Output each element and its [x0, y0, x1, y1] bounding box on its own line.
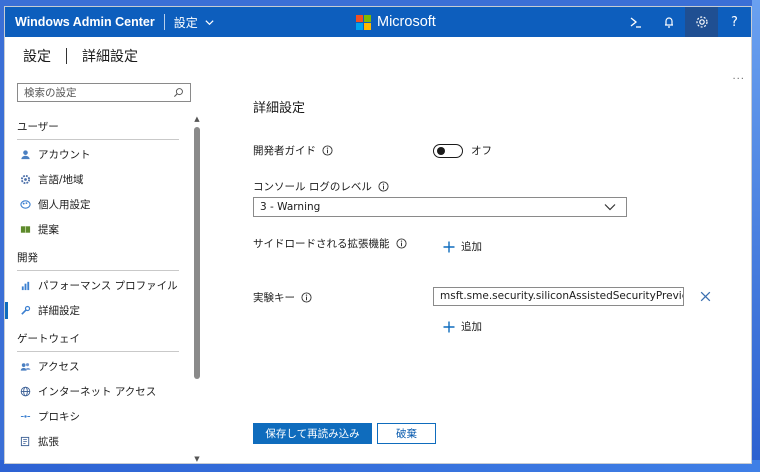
group-divider [17, 139, 179, 140]
sidebar-item-label: 詳細設定 [38, 305, 80, 317]
sidebar-item-label: アカウント [38, 149, 91, 161]
microsoft-logo: Microsoft [356, 14, 436, 30]
chevron-down-icon [604, 204, 616, 211]
book-icon [19, 224, 31, 236]
sideloaded-extensions-text: サイドロードされる拡張機能 [253, 238, 390, 250]
toggle-knob [437, 146, 445, 155]
microsoft-grid-icon [356, 14, 371, 30]
sidebar-item-label: プロキシ [38, 411, 80, 423]
experiment-key-value: msft.sme.security.siliconAssistedSecurit… [440, 290, 684, 302]
chart-icon [19, 280, 31, 292]
top-icons: ? [619, 7, 751, 37]
scrollbar-thumb[interactable] [194, 127, 200, 379]
app-title[interactable]: Windows Admin Center [5, 15, 155, 29]
header-divider [66, 48, 67, 64]
discard-button[interactable]: 破棄 [377, 423, 436, 444]
sidebar-item-performance-profile[interactable]: パフォーマンス プロファイル [5, 273, 191, 298]
sidebar-item-label: 拡張 [38, 436, 59, 448]
scroll-up-arrow-icon[interactable]: ▲ [193, 115, 201, 123]
add-label: 追加 [461, 241, 482, 253]
group-divider [17, 270, 179, 271]
sideloaded-extensions-label: サイドロードされる拡張機能 [253, 236, 407, 251]
sidebar-item-extensions[interactable]: 拡張 [5, 429, 191, 454]
save-reload-button[interactable]: 保存して再読み込み [253, 423, 372, 444]
developer-guide-label: 開発者ガイド [253, 143, 333, 158]
breadcrumb-dropdown[interactable]: 設定 [174, 14, 215, 31]
search-icon [174, 88, 183, 97]
console-log-level-select[interactable]: 3 - Warning [253, 197, 627, 217]
sidebar-scrollbar[interactable]: ▲ ▼ [193, 115, 201, 463]
developer-guide-toggle[interactable]: オフ [433, 143, 492, 158]
developer-guide-text: 開発者ガイド [253, 145, 316, 157]
users-icon [19, 361, 31, 373]
info-icon[interactable] [301, 292, 312, 303]
sidebar-item-label: 提案 [38, 224, 59, 236]
search-placeholder: 検索の設定 [24, 87, 77, 99]
info-icon[interactable] [395, 238, 407, 249]
sidebar-item-account[interactable]: アカウント [5, 142, 191, 167]
plus-icon [443, 321, 455, 332]
page-header: 設定 詳細設定 [5, 37, 751, 75]
select-value: 3 - Warning [260, 201, 321, 213]
remove-key-icon[interactable] [699, 290, 712, 303]
main-content: 詳細設定 開発者ガイド オフ コンソール ログのレベル 3 - Warning … [253, 77, 733, 463]
search-input[interactable]: 検索の設定 [17, 83, 191, 102]
app-window: Windows Admin Center 設定 Microsoft ? 設定 詳… [4, 6, 752, 464]
help-icon[interactable]: ? [718, 7, 751, 37]
desktop-background [752, 0, 760, 472]
sidebar-item-language[interactable]: 言語/地域 [5, 167, 191, 192]
toggle-state-label: オフ [471, 145, 492, 157]
sidebar-item-suggestions[interactable]: 提案 [5, 217, 191, 242]
console-log-level-text: コンソール ログのレベル [253, 181, 372, 193]
tool-icon [19, 305, 31, 317]
title-separator [163, 14, 165, 30]
breadcrumb-label: 設定 [173, 15, 198, 30]
gear-icon[interactable] [685, 7, 718, 37]
header-section: 設定 [23, 49, 51, 65]
extension-icon [19, 436, 31, 448]
sidebar-group-gateway: ゲートウェイ [17, 333, 80, 345]
sidebar-item-label: パフォーマンス プロファイル [38, 280, 178, 292]
scroll-down-arrow-icon[interactable]: ▼ [193, 455, 201, 463]
info-icon[interactable] [322, 145, 333, 156]
experiment-keys-label: 実験キー [253, 290, 312, 305]
page-title: 詳細設定 [82, 49, 138, 65]
sidebar-item-proxy[interactable]: プロキシ [5, 404, 191, 429]
experiment-key-input[interactable]: msft.sme.security.siliconAssistedSecurit… [433, 287, 684, 306]
plus-icon [443, 241, 455, 252]
user-icon [19, 149, 31, 161]
sidebar-item-label: アクセス [38, 361, 80, 373]
sidebar-item-advanced[interactable]: 詳細設定 [5, 298, 191, 323]
add-experiment-key-button[interactable]: 追加 [443, 319, 482, 334]
sidebar-group-development: 開発 [17, 252, 38, 264]
sidebar-item-label: インターネット アクセス [38, 386, 157, 398]
experiment-keys-text: 実験キー [253, 292, 295, 304]
chevron-down-icon [205, 19, 214, 25]
toggle-track [433, 143, 463, 158]
more-options-icon[interactable]: ... [732, 71, 745, 82]
info-icon[interactable] [378, 181, 389, 192]
sidebar: 検索の設定 ユーザー アカウント 言語/地域 個人用設定 提案 開発 パフォーマ… [5, 77, 205, 463]
gear-icon [19, 174, 31, 186]
sidebar-item-label: 個人用設定 [38, 199, 91, 211]
top-bar: Windows Admin Center 設定 Microsoft ? [5, 7, 751, 37]
sidebar-item-label: 言語/地域 [38, 174, 84, 186]
section-title: 詳細設定 [253, 101, 306, 116]
powershell-icon[interactable] [619, 7, 652, 37]
bell-icon[interactable] [652, 7, 685, 37]
sidebar-item-access[interactable]: アクセス [5, 354, 191, 379]
add-label: 追加 [461, 321, 482, 333]
microsoft-wordmark: Microsoft [377, 14, 436, 30]
sidebar-nav: ユーザー アカウント 言語/地域 個人用設定 提案 開発 パフォーマンス プロフ… [5, 115, 191, 454]
console-log-level-label: コンソール ログのレベル [253, 179, 389, 194]
group-divider [17, 351, 179, 352]
proxy-icon [19, 411, 31, 423]
add-sideloaded-extension-button[interactable]: 追加 [443, 239, 482, 254]
palette-icon [19, 199, 31, 211]
sidebar-group-users: ユーザー [17, 121, 59, 133]
globe-icon [19, 386, 31, 398]
sidebar-item-internet-access[interactable]: インターネット アクセス [5, 379, 191, 404]
sidebar-item-personalization[interactable]: 個人用設定 [5, 192, 191, 217]
